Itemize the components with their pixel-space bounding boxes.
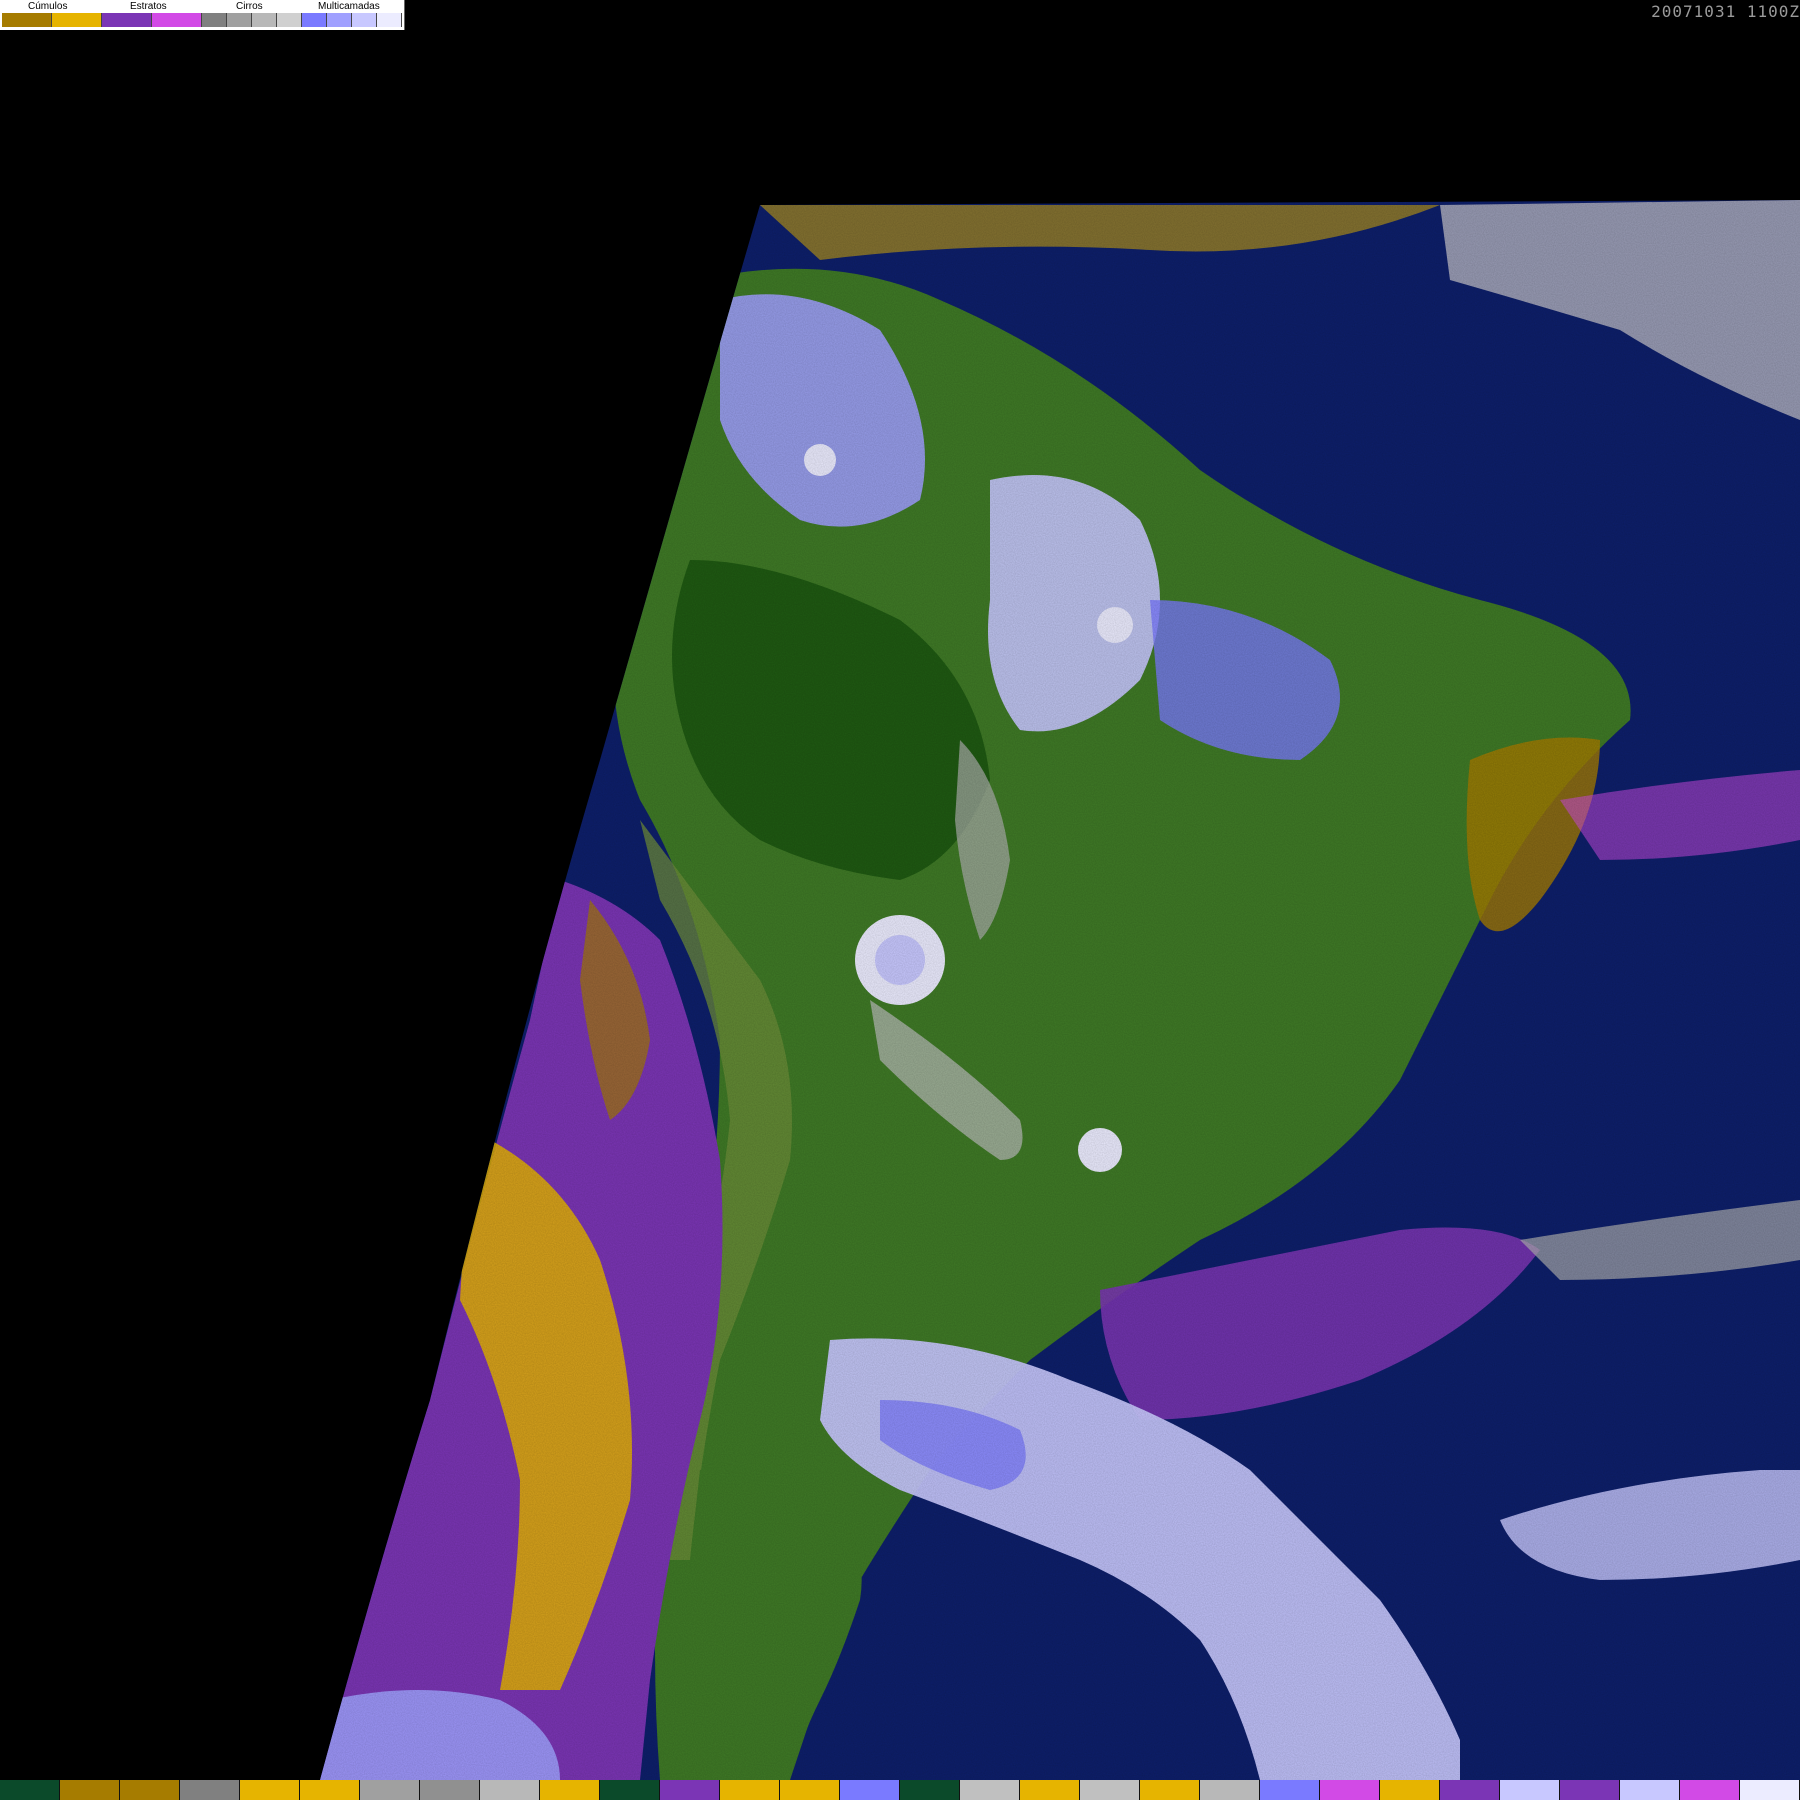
strip-cell — [240, 1780, 300, 1800]
strip-cell — [180, 1780, 240, 1800]
strip-cell — [960, 1780, 1020, 1800]
legend-swatch — [302, 13, 327, 27]
image-timestamp: 20071031 1100Z — [1651, 2, 1800, 21]
strip-cell — [600, 1780, 660, 1800]
legend-swatch — [327, 13, 352, 27]
strip-cell — [360, 1780, 420, 1800]
legend-swatch — [277, 13, 302, 27]
legend-swatch — [2, 13, 52, 27]
legend-swatch — [102, 13, 152, 27]
legend-category-label: Estratos — [130, 1, 167, 12]
legend-category-label: Cúmulos — [28, 1, 68, 12]
strip-cell — [1320, 1780, 1380, 1800]
strip-cell — [420, 1780, 480, 1800]
legend-swatch — [352, 13, 377, 27]
strip-cell — [1260, 1780, 1320, 1800]
strip-cell — [1500, 1780, 1560, 1800]
strip-cell — [1740, 1780, 1800, 1800]
strip-cell — [480, 1780, 540, 1800]
earth-disk — [320, 200, 1800, 1780]
bottom-color-strip — [0, 1780, 1800, 1800]
strip-cell — [1440, 1780, 1500, 1800]
legend-category-label: Cirros — [236, 1, 263, 12]
strip-cell — [540, 1780, 600, 1800]
strip-cell — [1680, 1780, 1740, 1800]
strip-cell — [300, 1780, 360, 1800]
legend-swatch — [52, 13, 102, 27]
strip-cell — [1140, 1780, 1200, 1800]
satellite-cloud-map — [320, 200, 1800, 1780]
legend-swatch — [152, 13, 202, 27]
strip-cell — [660, 1780, 720, 1800]
legend-category-label: Multicamadas — [318, 1, 380, 12]
strip-cell — [1080, 1780, 1140, 1800]
strip-cell — [1620, 1780, 1680, 1800]
strip-cell — [60, 1780, 120, 1800]
strip-cell — [120, 1780, 180, 1800]
strip-cell — [0, 1780, 60, 1800]
strip-cell — [720, 1780, 780, 1800]
strip-cell — [1560, 1780, 1620, 1800]
strip-cell — [1380, 1780, 1440, 1800]
strip-cell — [780, 1780, 840, 1800]
legend-swatch — [252, 13, 277, 27]
strip-cell — [900, 1780, 960, 1800]
cloud-type-legend: Cúmulos Estratos Cirros Multicamadas — [0, 0, 405, 30]
strip-cell — [840, 1780, 900, 1800]
strip-cell — [1200, 1780, 1260, 1800]
strip-cell — [1020, 1780, 1080, 1800]
pixel-texture — [320, 200, 1800, 1780]
legend-swatch — [227, 13, 252, 27]
legend-swatch — [202, 13, 227, 27]
legend-swatch — [377, 13, 402, 27]
